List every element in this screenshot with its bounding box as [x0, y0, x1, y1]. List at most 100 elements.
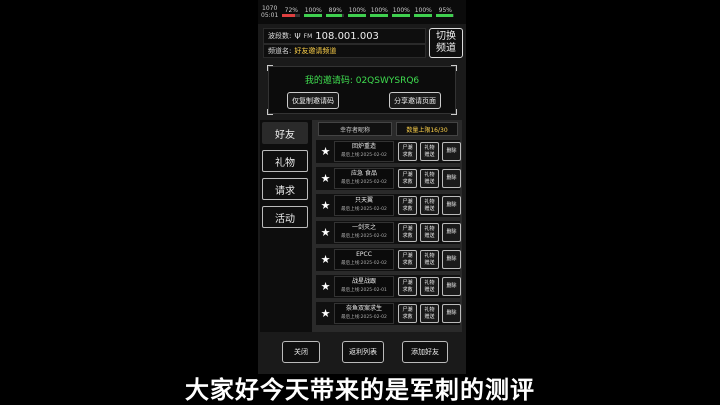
- send-gift-button[interactable]: 礼物 赠送: [420, 169, 439, 188]
- friend-name: 奈鱼双案求生: [345, 305, 382, 312]
- time-readout: 05:01: [261, 12, 279, 19]
- switch-channel-button[interactable]: 切换 频道: [429, 28, 463, 58]
- delete-friend-label: 删除: [446, 148, 457, 154]
- send-gift-button[interactable]: 礼物 赠送: [420, 304, 439, 323]
- star-icon[interactable]: ★: [319, 253, 332, 266]
- star-icon[interactable]: ★: [319, 307, 332, 320]
- channel-label: 频道名:: [268, 47, 292, 55]
- star-icon[interactable]: ★: [319, 172, 332, 185]
- friend-last-online: 最后上线:2025-02-02: [341, 153, 387, 158]
- frequency-value: 108.001.003: [315, 30, 379, 42]
- stat-7-value: 100%: [414, 7, 432, 14]
- delete-friend-button[interactable]: 删除: [442, 223, 461, 242]
- friend-name: 战星战跟: [351, 278, 376, 285]
- copy-invite-code-label: 仅复制邀请码: [292, 96, 334, 105]
- switch-channel-label: 切换 频道: [436, 31, 456, 54]
- star-icon[interactable]: ★: [319, 145, 332, 158]
- friend-row: ★ 奈鱼双案求生 最后上线:2025-02-02 尸潮 求救 礼物 赠送 删除: [316, 302, 461, 325]
- zombie-help-button[interactable]: 尸潮 求救: [398, 169, 417, 188]
- friend-row: ★ 只天翼 最后上线:2025-02-02 尸潮 求救 礼物 赠送 删除: [316, 194, 461, 217]
- return-list-label: 返利列表: [349, 348, 377, 356]
- send-gift-label: 礼物 赠送: [424, 253, 435, 266]
- stat-1-value: 72%: [284, 7, 298, 14]
- friend-info: EPCC 最后上线:2025-02-02: [334, 249, 394, 270]
- stat-6: 100%: [392, 7, 411, 17]
- tab-list: 好友 礼物 请求 活动: [262, 122, 312, 234]
- friend-info: 回炉重造 最后上线:2025-02-02: [334, 141, 394, 162]
- zombie-help-label: 尸潮 求救: [402, 145, 413, 158]
- tab-gifts-label: 礼物: [275, 157, 295, 169]
- delete-friend-label: 删除: [446, 175, 457, 181]
- channel-value: 好友邀请频道: [294, 47, 337, 55]
- friend-last-online: 最后上线:2025-02-02: [341, 180, 387, 185]
- friend-last-online: 最后上线:2025-02-02: [341, 315, 387, 320]
- stat-5: 100%: [370, 7, 389, 17]
- zombie-help-label: 尸潮 求救: [402, 280, 413, 293]
- delete-friend-button[interactable]: 删除: [442, 277, 461, 296]
- share-invite-page-button[interactable]: 分享邀请页面: [389, 92, 441, 109]
- delete-friend-label: 删除: [446, 256, 457, 262]
- tab-friends[interactable]: 好友: [262, 122, 308, 144]
- friend-name: EPCC: [356, 251, 372, 258]
- zombie-help-button[interactable]: 尸潮 求救: [398, 277, 417, 296]
- delete-friend-button[interactable]: 删除: [442, 250, 461, 269]
- stat-2: 100%: [304, 7, 323, 17]
- stat-7: 100%: [414, 7, 433, 17]
- send-gift-button[interactable]: 礼物 赠送: [420, 142, 439, 161]
- friend-last-online: 最后上线:2025-02-02: [341, 234, 387, 239]
- send-gift-label: 礼物 赠送: [424, 280, 435, 293]
- friend-row: ★ 战星战跟 最后上线:2025-02-01 尸潮 求救 礼物 赠送 删除: [316, 275, 461, 298]
- tab-requests[interactable]: 请求: [262, 178, 308, 200]
- delete-friend-button[interactable]: 删除: [442, 196, 461, 215]
- star-icon[interactable]: ★: [319, 199, 332, 212]
- stat-2-value: 100%: [304, 7, 322, 14]
- copy-invite-code-button[interactable]: 仅复制邀请码: [287, 92, 339, 109]
- friend-panel: 波段数: Ψ FM 108.001.003 频道名: 好友邀请频道 切换 频道 …: [258, 24, 466, 374]
- zombie-help-button[interactable]: 尸潮 求救: [398, 304, 417, 323]
- send-gift-button[interactable]: 礼物 赠送: [420, 196, 439, 215]
- friend-row: ★ 一剑灭之 最后上线:2025-02-02 尸潮 求救 礼物 赠送 删除: [316, 221, 461, 244]
- frequency-label: 波段数:: [268, 32, 292, 40]
- tab-gifts[interactable]: 礼物: [262, 150, 308, 172]
- add-friend-button[interactable]: 添加好友: [402, 341, 448, 363]
- send-gift-button[interactable]: 礼物 赠送: [420, 223, 439, 242]
- fps-readout: 1070: [262, 5, 278, 12]
- zombie-help-button[interactable]: 尸潮 求救: [398, 142, 417, 161]
- friend-count-limit: 数量上限16/30: [396, 122, 458, 136]
- friend-name: 应急 食品: [351, 170, 377, 177]
- friend-name: 只天翼: [354, 197, 373, 204]
- star-icon[interactable]: ★: [319, 280, 332, 293]
- send-gift-label: 礼物 赠送: [424, 307, 435, 320]
- stat-5-value: 100%: [370, 7, 388, 14]
- zombie-help-label: 尸潮 求救: [402, 199, 413, 212]
- send-gift-label: 礼物 赠送: [424, 145, 435, 158]
- delete-friend-button[interactable]: 删除: [442, 304, 461, 323]
- zombie-help-button[interactable]: 尸潮 求救: [398, 223, 417, 242]
- invite-code: 我的邀请码: 02QSWYSRQ6: [304, 76, 420, 86]
- friend-info: 只天翼 最后上线:2025-02-02: [334, 195, 394, 216]
- delete-friend-label: 删除: [446, 310, 457, 316]
- zombie-help-button[interactable]: 尸潮 求救: [398, 250, 417, 269]
- return-list-button[interactable]: 返利列表: [342, 341, 384, 363]
- stat-8: 95%: [436, 7, 455, 17]
- send-gift-button[interactable]: 礼物 赠送: [420, 277, 439, 296]
- delete-friend-button[interactable]: 删除: [442, 142, 461, 161]
- zombie-help-label: 尸潮 求救: [402, 253, 413, 266]
- delete-friend-label: 删除: [446, 229, 457, 235]
- star-icon[interactable]: ★: [319, 226, 332, 239]
- zombie-help-button[interactable]: 尸潮 求救: [398, 196, 417, 215]
- tab-events-label: 活动: [275, 213, 295, 225]
- share-invite-page-label: 分享邀请页面: [394, 96, 436, 105]
- zombie-help-label: 尸潮 求救: [402, 307, 413, 320]
- tab-events[interactable]: 活动: [262, 206, 308, 228]
- antenna-icon: Ψ: [294, 31, 301, 41]
- close-button[interactable]: 关闭: [282, 341, 320, 363]
- stat-3: 89%: [326, 7, 345, 17]
- send-gift-button[interactable]: 礼物 赠送: [420, 250, 439, 269]
- delete-friend-button[interactable]: 删除: [442, 169, 461, 188]
- video-subtitle: 大家好今天带来的是军刺的测评: [185, 376, 535, 404]
- stat-8-value: 95%: [438, 7, 452, 14]
- friend-row: ★ 应急 食品最后上线:2025-02-02 尸潮 求救 礼物 赠送 删除: [316, 167, 461, 190]
- friend-row: ★ EPCC 最后上线:2025-02-02 尸潮 求救 礼物 赠送 删除: [316, 248, 461, 271]
- zombie-help-label: 尸潮 求救: [402, 172, 413, 185]
